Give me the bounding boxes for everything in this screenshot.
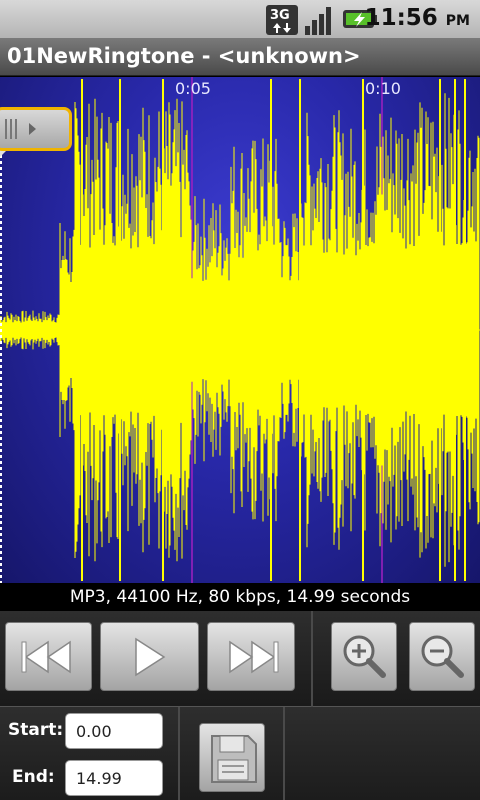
playback-controls: [0, 611, 480, 707]
title-bar: 01NewRingtone - <unknown>: [0, 38, 480, 76]
start-marker-handle[interactable]: [0, 107, 72, 151]
waveform-view[interactable]: 0:05 0:10: [0, 77, 480, 583]
zoom-out-icon: [421, 635, 464, 678]
zoom-in-button[interactable]: [331, 622, 397, 691]
edit-divider-2: [283, 707, 285, 800]
rewind-icon: [21, 640, 71, 674]
time-tick-5s: 0:05: [175, 79, 211, 98]
save-button[interactable]: [199, 723, 265, 792]
edit-divider-1: [178, 707, 180, 800]
status-bar: 3G 11:56 PM: [0, 0, 480, 38]
grip-icon: [5, 119, 36, 139]
start-field[interactable]: [65, 713, 163, 749]
signal-strength-icon: [305, 7, 331, 35]
network-label: 3G: [270, 8, 290, 23]
fast-forward-button[interactable]: [207, 622, 295, 691]
audio-info: MP3, 44100 Hz, 80 kbps, 14.99 seconds: [0, 583, 480, 611]
zoom-out-button[interactable]: [409, 622, 475, 691]
fast-forward-icon: [229, 640, 279, 674]
edit-panel: Start: End:: [0, 707, 480, 800]
controls-divider: [311, 611, 313, 707]
time-tick-10s: 0:10: [365, 79, 401, 98]
clock-time: 11:56: [364, 5, 438, 31]
end-field[interactable]: [65, 760, 163, 796]
start-marker-line: [0, 155, 2, 583]
clock: 11:56 PM: [365, 5, 470, 31]
start-label: Start:: [8, 720, 64, 740]
page-title: 01NewRingtone - <unknown>: [7, 44, 361, 68]
play-icon: [135, 637, 166, 677]
end-label: End:: [12, 767, 55, 787]
3g-data-icon: 3G: [266, 5, 298, 35]
waveform-graph[interactable]: [0, 77, 480, 583]
clock-ampm: PM: [445, 13, 470, 29]
rewind-button[interactable]: [5, 622, 92, 691]
save-icon: [211, 735, 257, 783]
zoom-in-icon: [343, 635, 386, 678]
play-button[interactable]: [100, 622, 199, 691]
